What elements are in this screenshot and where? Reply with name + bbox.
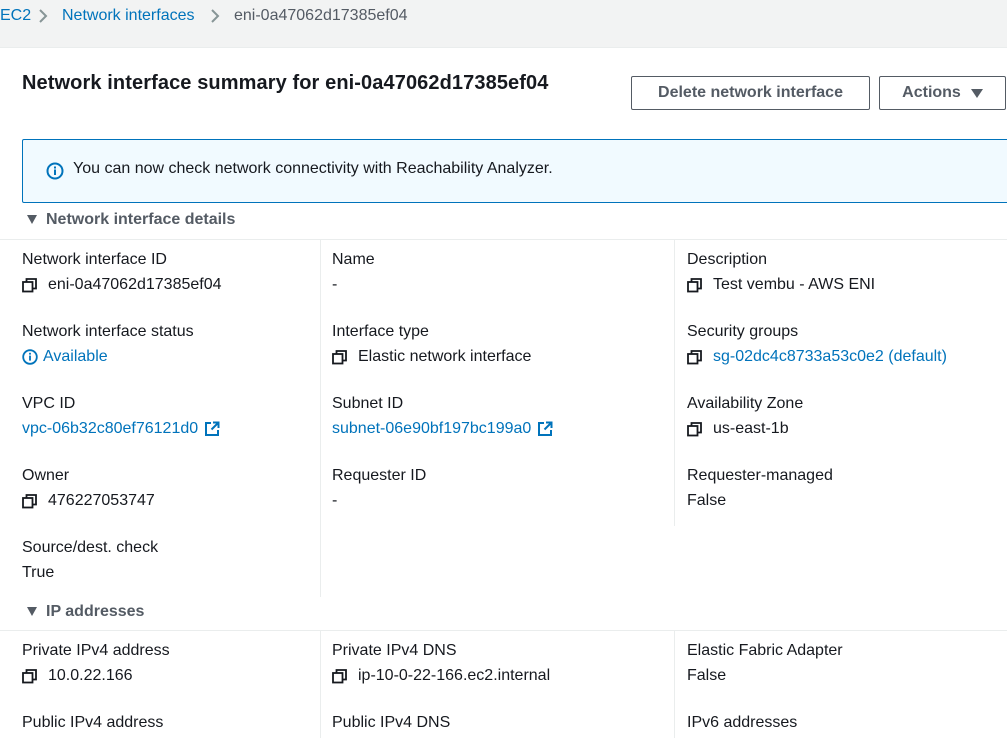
efa-value: False [687,667,727,684]
description-text: Test vembu - AWS ENI [713,276,876,293]
vpc-id-text: vpc-06b32c80ef76121d0 [22,420,199,437]
eni-id-value: eni-0a47062d17385ef04 [22,276,222,294]
copy-icon[interactable] [22,493,37,509]
copy-icon[interactable] [687,277,702,293]
description-value: Test vembu - AWS ENI [687,276,875,294]
availability-zone-text: us-east-1b [713,420,789,437]
owner-value: 476227053747 [22,492,155,510]
status-text: Available [43,348,108,365]
security-groups-value: sg-02dc4c8733a53c0e2 (default) [687,348,947,366]
private-dns-text: ip-10-0-22-166.ec2.internal [358,667,551,684]
vpc-id-link[interactable]: vpc-06b32c80ef76121d0 [22,420,220,438]
owner-label: Owner [22,467,70,484]
divider [0,630,1007,631]
private-ipv4-text: 10.0.22.166 [48,667,133,684]
breadcrumb: EC2 Network interfaces eni-0a47062d17385… [0,0,1007,32]
name-value: - [332,276,338,293]
security-group-link[interactable]: sg-02dc4c8733a53c0e2 (default) [713,348,947,366]
status-info-icon [22,349,38,365]
ipv6-label: IPv6 addresses [687,714,798,731]
subnet-id-text: subnet-06e90bf197bc199a0 [332,420,532,437]
external-link-icon [205,421,220,436]
breadcrumb-current: eni-0a47062d17385ef04 [234,7,408,24]
requester-managed-label: Requester-managed [687,467,833,484]
actions-button-label: Actions [902,84,961,101]
source-dest-check-value: True [22,564,55,581]
delete-button-label: Delete network interface [658,84,843,101]
actions-button[interactable]: Actions [879,76,1006,110]
public-ipv4-label: Public IPv4 address [22,714,164,731]
breadcrumb-ec2[interactable]: EC2 [0,7,31,25]
efa-label: Elastic Fabric Adapter [687,642,843,659]
triangle-down-icon [27,606,37,616]
private-ipv4-value: 10.0.22.166 [22,667,133,685]
interface-type-value: Elastic network interface [332,348,531,366]
info-alert-text: You can now check network connectivity w… [73,160,553,177]
private-dns-label: Private IPv4 DNS [332,642,457,659]
breadcrumb-network-interfaces[interactable]: Network interfaces [62,7,195,25]
copy-icon[interactable] [687,421,702,437]
description-label: Description [687,251,768,268]
owner-text: 476227053747 [48,492,155,509]
main-panel: You can now check network connectivity w… [0,121,1007,738]
private-ipv4-label: Private IPv4 address [22,642,170,659]
column-divider [320,630,321,738]
requester-managed-value: False [687,492,727,509]
copy-icon[interactable] [22,277,37,293]
info-icon [46,162,64,180]
chevron-right-icon [211,9,220,23]
requester-id-label: Requester ID [332,467,427,484]
public-dns-label: Public IPv4 DNS [332,714,451,731]
column-divider [320,239,321,597]
copy-icon[interactable] [332,349,347,365]
requester-id-value: - [332,492,338,509]
vpc-id-label: VPC ID [22,395,76,412]
details-section-heading: Network interface details [46,211,236,228]
column-divider [674,239,675,526]
security-groups-label: Security groups [687,323,799,340]
external-link-icon [538,421,553,436]
private-dns-value: ip-10-0-22-166.ec2.internal [332,667,550,685]
chevron-right-icon [39,9,48,23]
copy-icon[interactable] [687,349,702,365]
page-title: Network interface summary for eni-0a4706… [22,72,549,94]
subnet-id-label: Subnet ID [332,395,404,412]
availability-zone-value: us-east-1b [687,420,789,438]
copy-icon[interactable] [332,668,347,684]
status-label: Network interface status [22,323,194,340]
divider [0,239,1007,240]
details-section-toggle[interactable]: Network interface details [22,211,235,229]
interface-type-text: Elastic network interface [358,348,532,365]
name-label: Name [332,251,375,268]
caret-down-icon [970,88,983,98]
column-divider [674,630,675,738]
availability-zone-label: Availability Zone [687,395,804,412]
ip-section-toggle[interactable]: IP addresses [22,603,144,621]
source-dest-check-label: Source/dest. check [22,539,159,556]
interface-type-label: Interface type [332,323,429,340]
delete-network-interface-button[interactable]: Delete network interface [631,76,870,110]
status-value: Available [22,348,108,366]
copy-icon[interactable] [22,668,37,684]
eni-id-text: eni-0a47062d17385ef04 [48,276,222,293]
info-alert: You can now check network connectivity w… [22,139,1007,203]
subnet-id-link[interactable]: subnet-06e90bf197bc199a0 [332,420,553,438]
eni-id-label: Network interface ID [22,251,167,268]
page-header: Network interface summary for eni-0a4706… [0,47,1007,123]
triangle-down-icon [27,214,37,224]
ip-section-heading: IP addresses [46,603,145,620]
